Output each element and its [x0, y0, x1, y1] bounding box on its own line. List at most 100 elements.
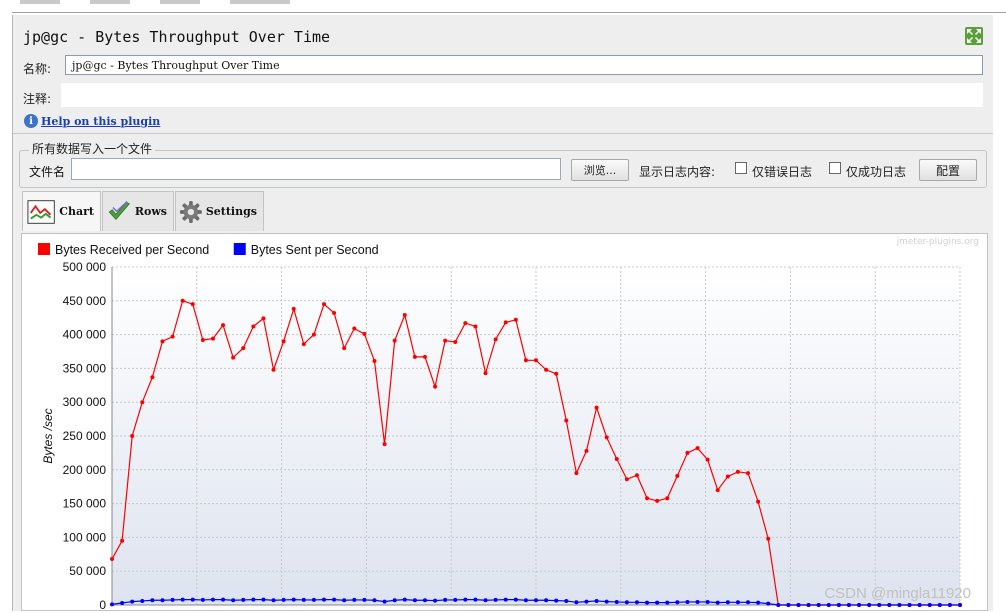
data-point [836, 603, 841, 607]
data-point [392, 338, 397, 343]
data-point [160, 598, 165, 603]
data-point [362, 331, 367, 336]
filename-field[interactable] [71, 158, 561, 180]
data-point [352, 597, 357, 602]
data-point [685, 450, 690, 455]
y-tick-label: 0 [99, 598, 106, 610]
name-label: 名称: [23, 62, 52, 76]
comment-field[interactable] [61, 83, 983, 107]
top-divider [12, 12, 1006, 13]
data-point [433, 384, 438, 389]
data-point [352, 326, 357, 331]
log-display-label: 显示日志内容: [639, 165, 716, 179]
data-point [857, 603, 862, 607]
data-point [281, 339, 286, 344]
data-point [271, 367, 276, 372]
tab-chart[interactable]: Chart [22, 191, 101, 231]
data-point [725, 474, 730, 479]
data-point [210, 336, 215, 341]
data-point [372, 598, 377, 603]
y-tick-label: 200 000 [63, 463, 107, 477]
data-point [705, 599, 710, 604]
data-point [645, 600, 650, 605]
data-point [130, 434, 135, 438]
data-point [614, 599, 619, 604]
data-point [665, 600, 670, 605]
data-point [806, 603, 811, 607]
data-point [412, 598, 417, 603]
data-point [261, 316, 266, 321]
toolbar-stub [90, 0, 130, 4]
data-point [503, 320, 508, 325]
toolbar-stub [20, 0, 60, 4]
data-point [685, 599, 690, 604]
chart-icon [27, 199, 55, 224]
data-point [816, 603, 821, 607]
data-point [261, 597, 266, 602]
data-point [483, 371, 488, 376]
help-link[interactable]: Help on this plugin [41, 115, 160, 128]
data-point [291, 306, 296, 311]
data-point [725, 600, 730, 605]
data-point [756, 600, 761, 605]
plugin-panel: jp@gc - Bytes Throughput Over Time 名称: j… [12, 15, 993, 612]
y-tick-label: 150 000 [63, 497, 107, 511]
config-button[interactable]: 配置 [919, 159, 977, 181]
tab-settings[interactable]: Settings [175, 191, 264, 231]
data-point [120, 600, 125, 605]
file-group-title: 所有数据写入一个文件 [29, 140, 156, 157]
data-point [342, 598, 347, 603]
data-point [221, 597, 226, 602]
data-point [766, 601, 771, 606]
data-point [554, 598, 559, 603]
data-point [534, 358, 538, 363]
data-point [372, 358, 377, 363]
data-point [463, 321, 468, 326]
data-point [422, 354, 427, 359]
data-point [715, 600, 720, 605]
data-point [574, 471, 579, 476]
y-tick-label: 400 000 [63, 328, 107, 342]
data-point [483, 598, 488, 603]
expand-icon[interactable] [965, 27, 983, 45]
data-point [241, 346, 246, 351]
data-point [655, 600, 660, 605]
data-point [301, 342, 306, 347]
data-point [564, 418, 569, 423]
throughput-chart: 0 50 000 100 000 150 000 200 000 250 000 300 0… [38, 243, 962, 612]
errors-only-checkbox[interactable] [735, 162, 747, 174]
data-point [311, 597, 316, 602]
data-point [140, 400, 145, 405]
data-point [463, 597, 468, 602]
data-point [433, 598, 438, 603]
checkmark-icon [108, 200, 130, 220]
data-point [574, 600, 579, 605]
name-field[interactable]: jp@gc - Bytes Throughput Over Time [65, 55, 983, 75]
data-point [311, 332, 316, 337]
data-point [332, 597, 337, 602]
data-point [412, 354, 417, 359]
browse-button[interactable]: 浏览... [571, 159, 629, 181]
data-point [110, 602, 114, 607]
data-point [150, 598, 155, 603]
success-only-checkbox[interactable] [829, 162, 841, 174]
data-point [342, 346, 347, 351]
data-point [756, 499, 761, 504]
data-point [392, 598, 397, 603]
data-point [675, 600, 680, 605]
data-point [604, 599, 609, 604]
data-point [584, 448, 589, 453]
filename-label: 文件名 [29, 165, 66, 179]
data-point [443, 597, 448, 602]
legend-swatch [233, 243, 246, 255]
data-point [271, 598, 276, 603]
data-point [584, 599, 589, 604]
data-point [301, 597, 306, 602]
tab-rows[interactable]: Rows [102, 191, 174, 231]
data-point [251, 597, 256, 602]
data-point [634, 600, 639, 605]
data-point [503, 597, 508, 602]
y-tick-label: 500 000 [63, 260, 107, 274]
legend-swatch [38, 243, 50, 255]
data-point [200, 597, 205, 602]
